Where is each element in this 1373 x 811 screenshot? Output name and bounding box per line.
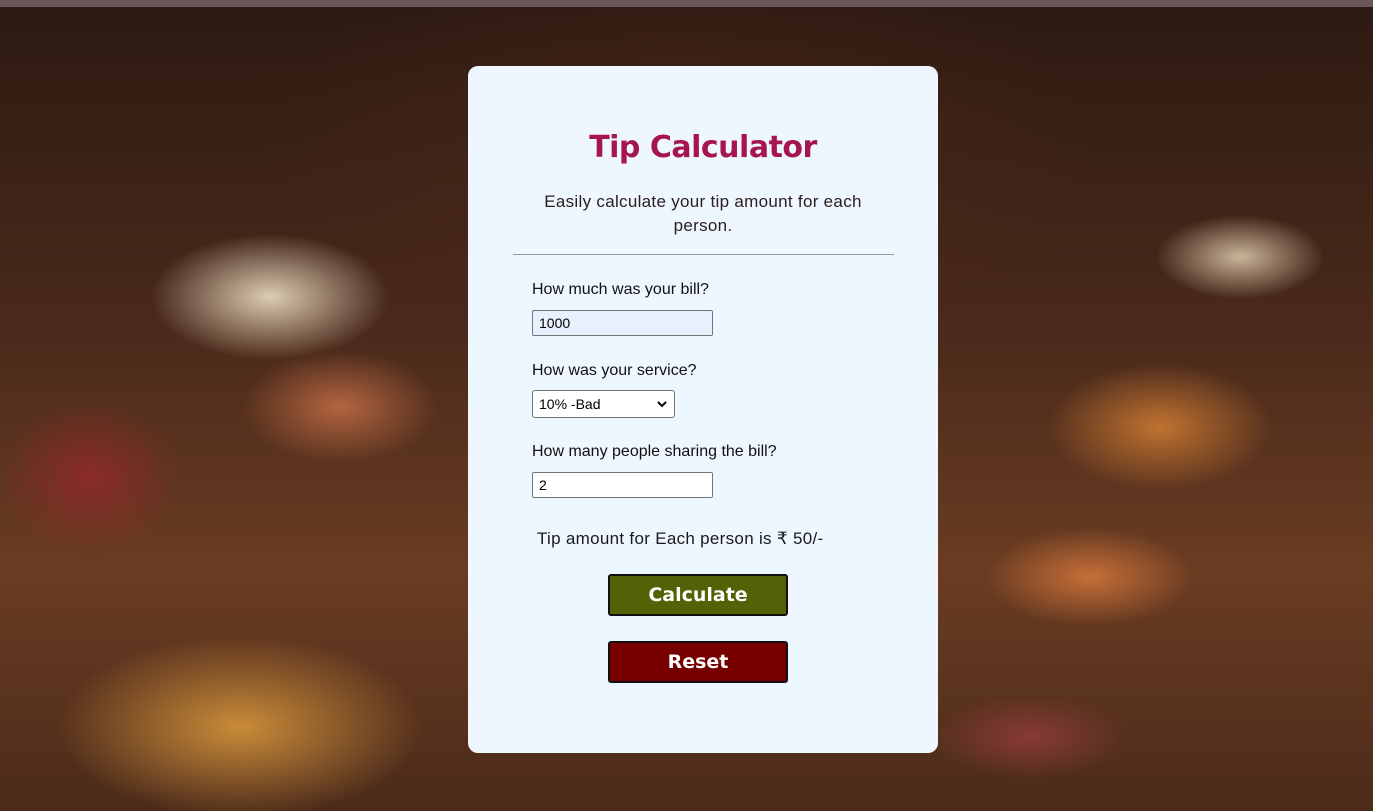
people-label: How many people sharing the bill?: [532, 443, 777, 460]
chevron-down-icon: [657, 401, 667, 408]
page-subtitle: Easily calculate your tip amount for eac…: [544, 192, 862, 235]
service-select[interactable]: 10% -Bad: [532, 390, 675, 418]
calculate-button[interactable]: Calculate: [608, 574, 788, 616]
service-label: How was your service?: [532, 362, 697, 379]
tip-result: Tip amount for Each person is ₹ 50/-: [537, 529, 824, 548]
bill-input[interactable]: 1000: [532, 310, 713, 336]
top-bar: [0, 0, 1373, 7]
people-input[interactable]: 2: [532, 472, 713, 498]
tip-calculator-card: Tip Calculator Easily calculate your tip…: [468, 66, 938, 753]
divider: [513, 254, 894, 255]
bill-label: How much was your bill?: [532, 281, 709, 298]
service-select-value: 10% -Bad: [539, 396, 601, 412]
reset-button[interactable]: Reset: [608, 641, 788, 683]
page-title: Tip Calculator: [589, 130, 817, 165]
